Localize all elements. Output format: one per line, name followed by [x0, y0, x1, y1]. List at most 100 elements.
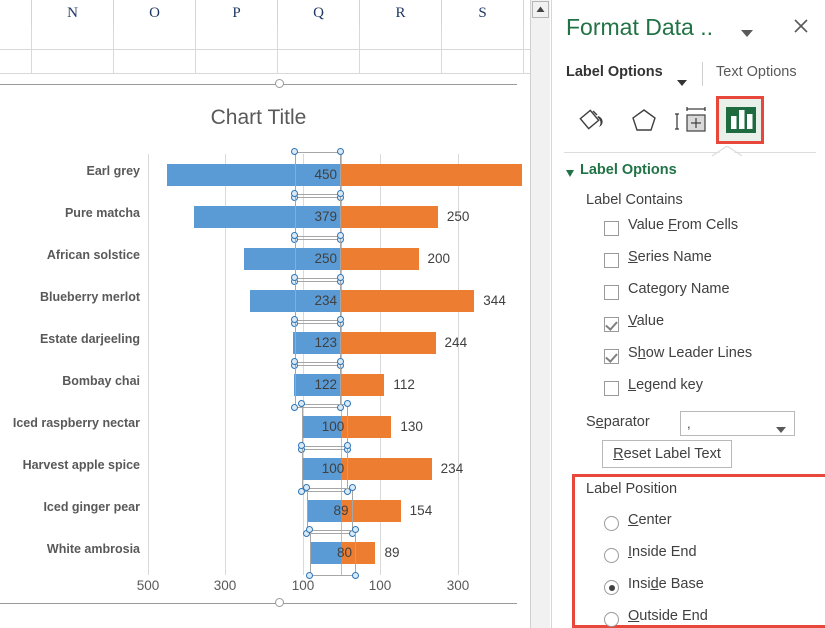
chart-plot-area[interactable]: 450 379 250 250 200 234 344 123 244 122 112 100 130 1… [137, 148, 522, 628]
column-header-r[interactable]: R [360, 0, 442, 26]
selection-handle[interactable] [352, 526, 359, 533]
checkbox-value[interactable]: Value [604, 313, 814, 343]
data-label-outside-end[interactable]: 154 [410, 500, 433, 522]
checkbox-category-name[interactable]: Category Name [604, 281, 814, 311]
radio-button[interactable] [604, 548, 619, 563]
triangle-collapse-icon[interactable] [566, 167, 575, 177]
worksheet-cell[interactable] [360, 26, 442, 50]
bar-right-series[interactable] [341, 458, 432, 480]
fill-line-icon[interactable] [572, 98, 616, 142]
worksheet-cell[interactable] [278, 26, 360, 50]
chart-category-axis[interactable]: Earl grey Pure matcha African solstice B… [0, 154, 140, 594]
data-label-outside-end[interactable]: 200 [428, 248, 451, 270]
radio-inside-end[interactable]: Inside End [604, 544, 804, 574]
scroll-up-button[interactable] [532, 1, 549, 18]
selection-handle[interactable] [291, 148, 298, 155]
label-options-chart-icon[interactable] [719, 98, 763, 142]
bar-right-series[interactable] [341, 416, 392, 438]
checkbox-box[interactable] [604, 285, 619, 300]
data-label-outside-end[interactable]: 112 [393, 374, 415, 396]
chevron-down-icon[interactable] [740, 26, 754, 37]
bar-right-series[interactable] [341, 290, 475, 312]
bar-right-series[interactable] [341, 164, 522, 186]
size-properties-icon[interactable] [670, 98, 714, 142]
column-header-q[interactable]: Q [278, 0, 360, 26]
selection-handle[interactable] [291, 190, 298, 197]
bar-right-series[interactable] [341, 332, 436, 354]
column-header-p[interactable]: P [196, 0, 278, 26]
checkbox-show-leader-lines[interactable]: Show Leader Lines [604, 345, 814, 375]
tab-text-options[interactable]: Text Options [716, 64, 797, 80]
worksheet-cell[interactable] [442, 26, 524, 50]
chevron-down-icon[interactable] [676, 74, 688, 86]
worksheet-cell[interactable] [32, 26, 114, 50]
data-label-outside-end[interactable]: 344 [483, 290, 506, 312]
worksheet-cell[interactable] [0, 26, 32, 50]
selection-handle[interactable] [302, 484, 310, 491]
selection-handle[interactable] [344, 400, 352, 407]
selection-handle[interactable] [337, 190, 344, 197]
tab-label-options[interactable]: Label Options [566, 64, 663, 80]
data-label-outside-end[interactable]: 130 [400, 416, 423, 438]
bar-right-series[interactable] [341, 248, 419, 270]
label-options-section-header[interactable]: Label Options [566, 162, 677, 178]
selection-handle[interactable] [291, 316, 298, 323]
column-header-s[interactable]: S [442, 0, 524, 26]
checkbox-series-name[interactable]: Series Name [604, 249, 814, 279]
selection-handle[interactable] [337, 232, 344, 239]
reset-label-text-button[interactable]: Reset Label Text [602, 440, 732, 468]
checkbox-box[interactable] [604, 221, 619, 236]
selection-handle[interactable] [348, 484, 356, 491]
checkbox-box[interactable] [604, 349, 619, 364]
worksheet-cell[interactable] [32, 50, 114, 74]
worksheet-cell[interactable] [114, 26, 196, 50]
worksheet-cell[interactable] [442, 50, 524, 74]
separator-dropdown[interactable]: , [680, 411, 795, 436]
selection-handle[interactable] [291, 274, 298, 281]
worksheet-cell[interactable] [0, 50, 32, 74]
data-label-outside-end[interactable]: 89 [384, 542, 399, 564]
chart-object[interactable]: Chart Title Earl grey Pure matcha Africa… [0, 79, 522, 628]
radio-outside-end[interactable]: Outside End [604, 608, 804, 628]
worksheet-cell[interactable] [196, 50, 278, 74]
radio-button[interactable] [604, 612, 619, 627]
checkbox-box[interactable] [604, 381, 619, 396]
selection-handle[interactable] [291, 358, 298, 365]
xtick-label: 300 [446, 578, 470, 593]
worksheet-cell[interactable] [196, 26, 278, 50]
data-label-outside-end[interactable]: 250 [447, 206, 470, 228]
radio-center[interactable]: Center [604, 512, 804, 542]
column-header-o[interactable]: O [114, 0, 196, 26]
selection-handle[interactable] [337, 316, 344, 323]
bar-right-series[interactable] [341, 206, 438, 228]
radio-inside-base[interactable]: Inside Base [604, 576, 804, 606]
radio-button[interactable] [604, 580, 619, 595]
bar-right-series[interactable] [341, 374, 385, 396]
checkbox-box[interactable] [604, 317, 619, 332]
column-header-n[interactable]: N [32, 0, 114, 26]
checkbox-value-from-cells[interactable]: Value From Cells [604, 217, 814, 247]
chart-handle-top[interactable] [275, 79, 284, 88]
category-label: Bombay chai [62, 374, 140, 388]
chart-title[interactable]: Chart Title [0, 106, 517, 130]
close-icon[interactable] [790, 18, 812, 40]
selection-handle[interactable] [291, 232, 298, 239]
worksheet-cell[interactable] [114, 50, 196, 74]
effects-pentagon-icon[interactable] [622, 98, 666, 142]
radio-button[interactable] [604, 516, 619, 531]
worksheet-cell[interactable] [360, 50, 442, 74]
selection-handle[interactable] [337, 148, 344, 155]
selection-handle[interactable] [337, 358, 344, 365]
selection-handle[interactable] [337, 274, 344, 281]
worksheet-grid[interactable] [0, 26, 530, 84]
checkbox-legend-key[interactable]: Legend key [604, 377, 814, 407]
radio-label: Inside Base [628, 576, 704, 592]
selection-handle[interactable] [291, 404, 298, 411]
chevron-down-icon[interactable] [776, 421, 787, 433]
worksheet-cell[interactable] [278, 50, 360, 74]
data-label-outside-end[interactable]: 244 [445, 332, 468, 354]
selection-handle[interactable] [306, 526, 313, 533]
checkbox-box[interactable] [604, 253, 619, 268]
data-label-outside-end[interactable]: 234 [441, 458, 464, 480]
vertical-scrollbar[interactable] [530, 0, 550, 628]
